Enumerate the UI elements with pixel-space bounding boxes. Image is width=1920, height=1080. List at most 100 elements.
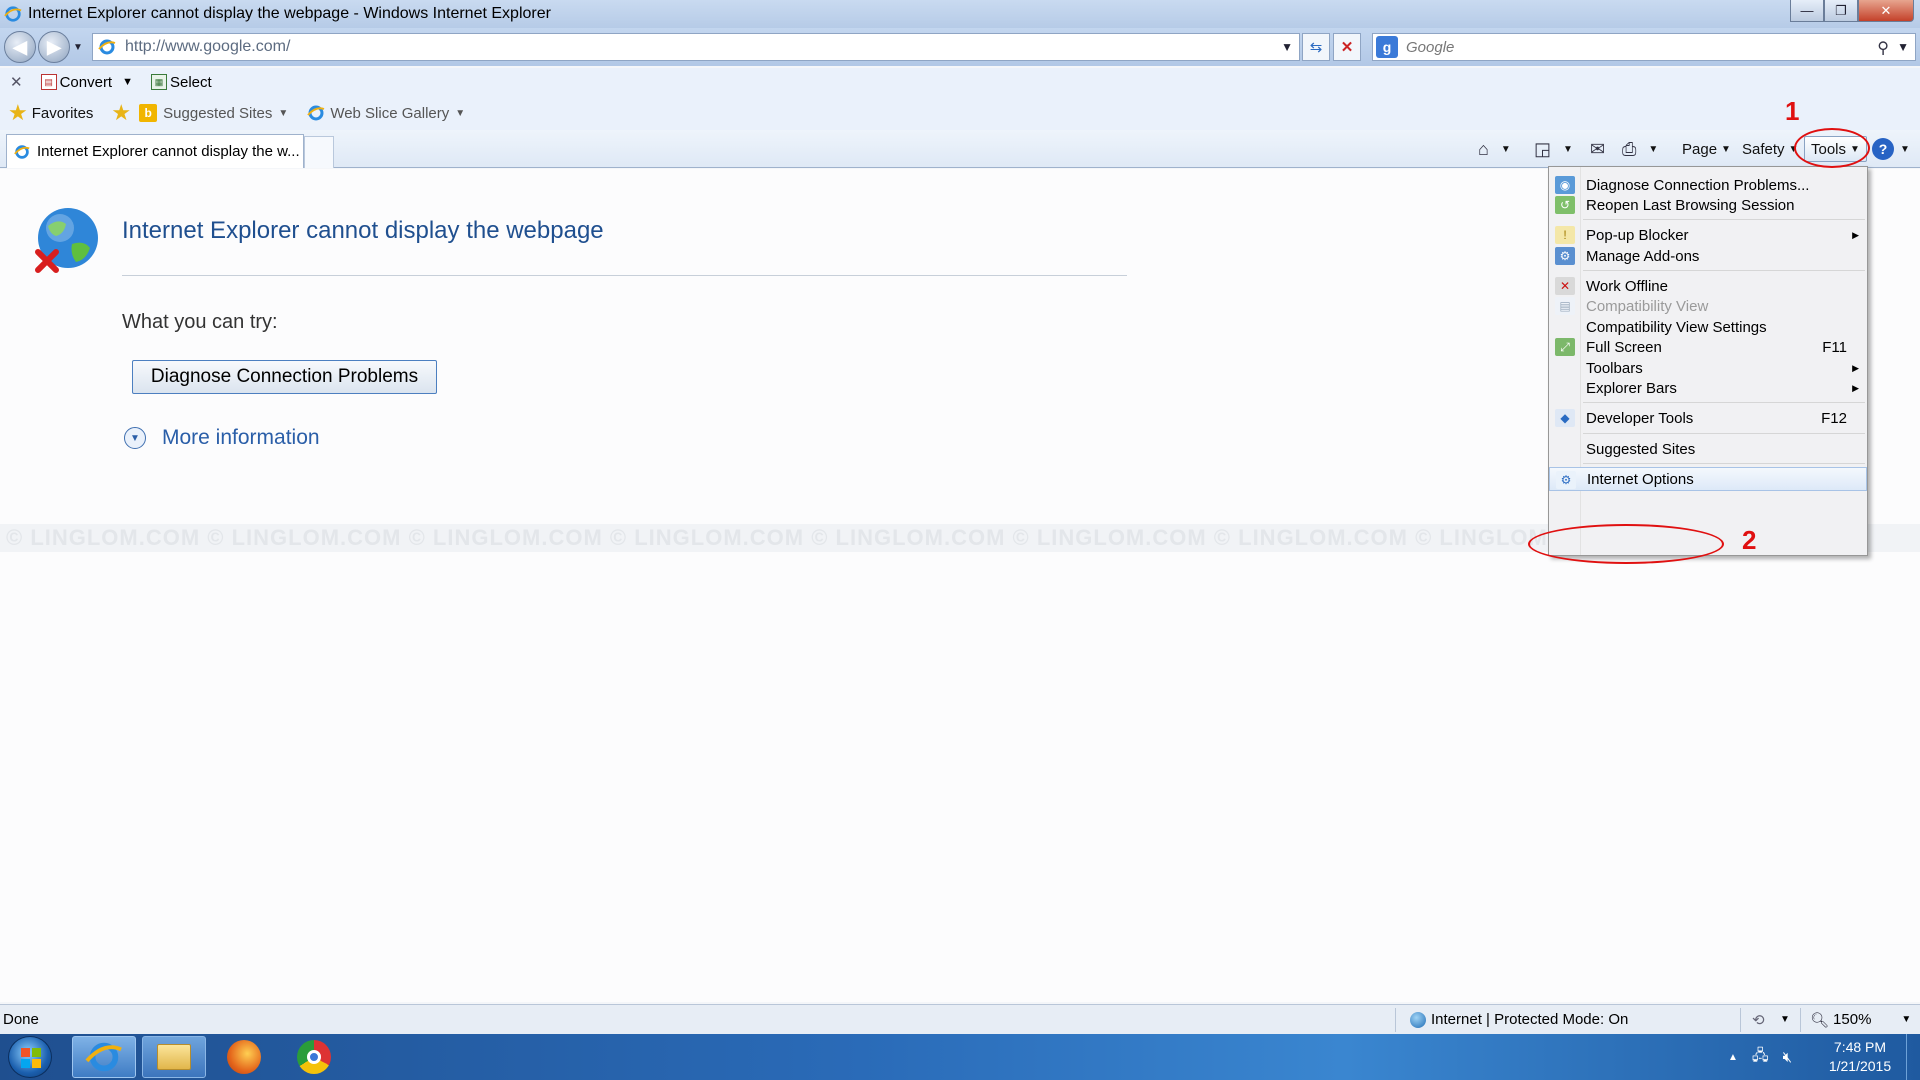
convert-dropdown-icon[interactable]: ▼ — [122, 76, 133, 88]
menu-item-label: Work Offline — [1586, 277, 1668, 295]
window-title-bar: Internet Explorer cannot display the web… — [0, 0, 1920, 28]
page-menu-button[interactable]: Page ▼ — [1682, 136, 1731, 162]
submenu-arrow-icon: ▶ — [1852, 362, 1859, 373]
read-mail-button[interactable]: ✉ — [1590, 136, 1605, 162]
volume-muted-icon[interactable]: 🔇︎ — [1783, 1049, 1792, 1066]
start-button[interactable] — [8, 1036, 52, 1078]
zoom-icon: 🔍︎ — [1810, 1011, 1830, 1029]
menu-item-label: Manage Add-ons — [1586, 247, 1700, 265]
security-zone[interactable]: Internet | Protected Mode: On — [1410, 1011, 1628, 1028]
annotation-step-1: 1 — [1785, 96, 1800, 126]
print-dropdown-icon[interactable]: ▼ — [1648, 144, 1658, 155]
home-dropdown-icon[interactable]: ▼ — [1501, 144, 1511, 155]
show-hidden-icons-icon[interactable]: ▲ — [1728, 1052, 1738, 1063]
forward-button[interactable]: ▶ — [38, 31, 70, 63]
menu-item-explorer-bars[interactable]: Explorer Bars ▶ — [1549, 376, 1867, 400]
menu-item-developer-tools[interactable]: ◆ Developer Tools F12 — [1549, 406, 1867, 430]
menu-item-internet-options[interactable]: ⚙ Internet Options — [1549, 467, 1867, 491]
web-slice-dropdown-icon[interactable]: ▼ — [455, 108, 465, 119]
search-options-dropdown-icon[interactable]: ▼ — [1897, 40, 1909, 54]
search-icon[interactable]: ⚲ — [1877, 38, 1889, 58]
web-slice-gallery-link[interactable]: Web Slice Gallery ▼ — [306, 103, 465, 123]
feeds-button[interactable]: ◲ ▼ — [1534, 136, 1573, 162]
print-button[interactable]: ⎙ ▼ — [1622, 136, 1658, 162]
annotation-ring-internet-options — [1528, 524, 1724, 564]
help-button[interactable]: ? ▼ — [1872, 136, 1910, 162]
recent-pages-dropdown-icon[interactable]: ▼ — [73, 42, 83, 53]
refresh-button[interactable]: ⇆ — [1302, 33, 1330, 61]
menu-separator — [1583, 402, 1865, 403]
menu-item-reopen-last-browsing-session[interactable]: ↺ Reopen Last Browsing Session — [1549, 193, 1867, 217]
submenu-arrow-icon: ▶ — [1852, 229, 1859, 240]
search-box[interactable]: g Google ⚲ ▼ — [1372, 33, 1916, 61]
taskbar-internet-explorer[interactable] — [72, 1036, 136, 1078]
taskbar-chrome[interactable] — [282, 1036, 346, 1078]
address-bar[interactable]: http://www.google.com/ ▼ — [92, 33, 1300, 61]
popup-blocker-icon: ! — [1555, 226, 1575, 244]
address-dropdown-icon[interactable]: ▼ — [1281, 40, 1293, 54]
tab-row: Internet Explorer cannot display the w..… — [0, 130, 1920, 168]
page-menu-label: Page — [1682, 140, 1718, 158]
stop-button[interactable]: ✕ — [1333, 33, 1361, 61]
show-desktop-button[interactable] — [1906, 1034, 1920, 1080]
popup-status-icon[interactable]: ⟲ — [1752, 1011, 1765, 1029]
taskbar-windows-explorer[interactable] — [142, 1036, 206, 1078]
window-title: Internet Explorer cannot display the web… — [28, 5, 551, 22]
menu-item-suggested-sites[interactable]: Suggested Sites — [1549, 437, 1867, 461]
home-button[interactable]: ⌂ ▼ — [1478, 136, 1511, 162]
convert-toolbar: ✕ ▤ Convert ▼ ▦ Select — [0, 68, 1920, 96]
feeds-dropdown-icon[interactable]: ▼ — [1563, 144, 1573, 155]
favorites-button[interactable]: ★ Favorites — [8, 100, 93, 126]
back-button[interactable]: ◀ — [4, 31, 36, 63]
menu-separator — [1583, 433, 1865, 434]
network-icon[interactable]: 🖧︎ — [1752, 1045, 1769, 1070]
help-dropdown-icon[interactable]: ▼ — [1900, 144, 1910, 155]
search-input[interactable]: Google — [1406, 39, 1454, 56]
menu-item-label: Compatibility View — [1586, 297, 1709, 315]
menu-separator — [1583, 219, 1865, 220]
windows-logo-icon — [21, 1048, 41, 1068]
new-tab-button[interactable] — [304, 136, 334, 168]
clock[interactable]: 7:48 PM 1/21/2015 — [1822, 1038, 1898, 1076]
google-search-provider-icon[interactable]: g — [1376, 36, 1398, 58]
addons-icon: ⚙ — [1555, 247, 1575, 265]
clock-time: 7:48 PM — [1833, 1039, 1887, 1055]
full-screen-icon: ⤢ — [1555, 338, 1575, 356]
suggested-sites-dropdown-icon[interactable]: ▼ — [278, 108, 288, 119]
taskbar: ▲ 🖧︎ 🔇︎ 7:48 PM 1/21/2015 — [0, 1034, 1920, 1080]
add-to-favorites-bar-icon[interactable]: ★ — [111, 100, 131, 126]
diagnose-connection-problems-button[interactable]: Diagnose Connection Problems — [132, 360, 437, 394]
menu-separator — [1583, 463, 1865, 464]
close-toolbar-icon[interactable]: ✕ — [10, 73, 23, 91]
menu-separator — [1583, 270, 1865, 271]
home-icon: ⌂ — [1478, 138, 1489, 159]
tab-current[interactable]: Internet Explorer cannot display the w..… — [6, 134, 304, 168]
tab-title: Internet Explorer cannot display the w..… — [37, 143, 300, 160]
what-you-can-try-label: What you can try: — [122, 311, 278, 333]
select-button[interactable]: ▦ Select — [151, 74, 212, 91]
menu-item-label: Diagnose Connection Problems... — [1586, 176, 1810, 194]
maximize-button[interactable]: ❐ — [1824, 0, 1858, 22]
favorites-bar: ★ Favorites ★ b Suggested Sites ▼ Web Sl… — [0, 96, 1920, 130]
web-slice-label: Web Slice Gallery — [330, 104, 450, 122]
convert-button[interactable]: ▤ Convert ▼ — [40, 74, 133, 91]
security-zone-label: Internet | Protected Mode: On — [1431, 1011, 1629, 1028]
zoom-level-button[interactable]: 🔍︎ 150% ▼ — [1810, 1011, 1911, 1029]
menu-item-shortcut: F12 — [1821, 409, 1847, 427]
minimize-button[interactable]: — — [1790, 0, 1824, 22]
safety-menu-button[interactable]: Safety ▼ — [1742, 136, 1798, 162]
suggested-sites-link[interactable]: b Suggested Sites ▼ — [139, 104, 288, 122]
address-url[interactable]: http://www.google.com/ — [125, 38, 290, 56]
error-heading: Internet Explorer cannot display the web… — [122, 217, 604, 244]
zoom-dropdown-icon[interactable]: ▼ — [1901, 1014, 1911, 1025]
menu-item-manage-add-ons[interactable]: ⚙ Manage Add-ons — [1549, 244, 1867, 268]
more-information-link[interactable]: ▼ More information — [124, 426, 320, 450]
web-slice-icon — [307, 105, 325, 121]
expand-chevron-icon: ▼ — [124, 427, 146, 449]
suggested-sites-label: Suggested Sites — [163, 104, 273, 122]
select-icon: ▦ — [151, 74, 167, 90]
popup-status-dropdown-icon[interactable]: ▼ — [1780, 1014, 1790, 1025]
taskbar-firefox[interactable] — [212, 1036, 276, 1078]
menu-item-shortcut: F11 — [1822, 338, 1847, 356]
close-button[interactable]: ✕ — [1858, 0, 1914, 22]
